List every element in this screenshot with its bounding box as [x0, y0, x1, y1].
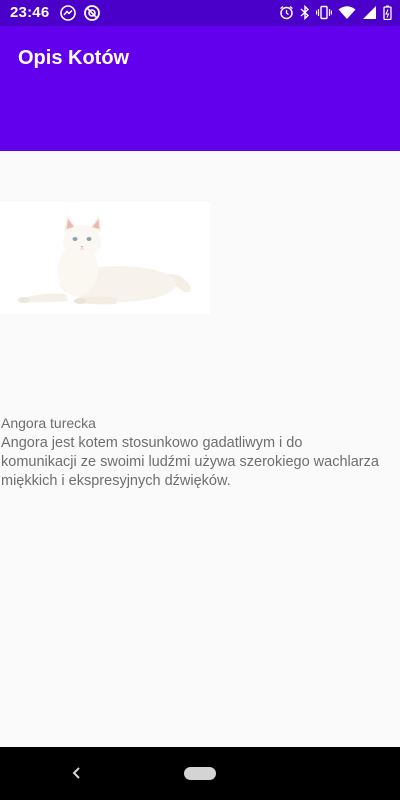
bluetooth-icon: [300, 5, 310, 20]
signal-icon: [362, 5, 377, 20]
app-title: Opis Kotów: [18, 47, 130, 69]
messenger-icon: [60, 5, 76, 21]
cat-name: Angora turecka: [1, 415, 96, 431]
status-bar: 23:46: [0, 0, 400, 26]
vpn-icon: [84, 5, 100, 21]
cat-image: [0, 202, 210, 314]
back-icon[interactable]: [70, 765, 84, 781]
vibrate-icon: [316, 5, 332, 20]
alarm-icon: [279, 5, 294, 20]
battery-icon: [383, 5, 392, 20]
navigation-bar: [0, 747, 400, 800]
home-icon[interactable]: [184, 767, 216, 780]
status-time: 23:46: [10, 4, 50, 21]
cat-details: Angora turecka Angora jest kotem stosunk…: [0, 151, 400, 747]
app-bar: Opis Kotów: [0, 26, 400, 151]
wifi-icon: [338, 5, 356, 20]
cat-description: Angora jest kotem stosunkowo gadatliwym …: [1, 435, 379, 489]
